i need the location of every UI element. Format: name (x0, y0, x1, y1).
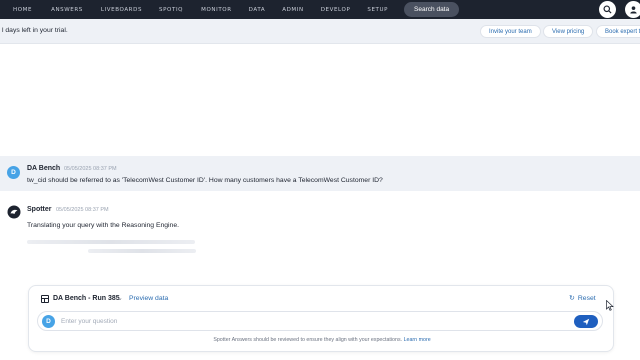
send-button[interactable] (574, 315, 598, 328)
composer-avatar: D (42, 315, 55, 328)
global-search-button[interactable] (599, 1, 616, 18)
learn-more-link[interactable]: Learn more (404, 337, 431, 343)
question-input[interactable] (61, 316, 541, 327)
book-expert-button[interactable]: Book expert t (596, 25, 640, 38)
refresh-icon: ↻ (569, 295, 575, 302)
invite-team-button[interactable]: Invite your team (480, 25, 541, 38)
user-message: D DA Bench 05/05/2025 08:37 PM tw_cid sh… (0, 156, 640, 191)
search-icon (603, 5, 612, 14)
nav-home[interactable]: HOME (13, 7, 32, 13)
profile-button[interactable] (625, 1, 640, 18)
trial-banner: l days left in your trial. Invite your t… (0, 19, 640, 44)
spotter-timestamp: 05/05/2025 08:37 PM (56, 207, 109, 213)
message-author: DA Bench (27, 165, 61, 172)
trial-text: l days left in your trial. (2, 27, 68, 34)
profile-icon (630, 6, 637, 14)
workspace-name[interactable]: DA Bench - Run 385 (53, 295, 120, 302)
reset-label: Reset (577, 294, 596, 302)
loading-skeleton-line (27, 240, 195, 244)
message-timestamp: 05/05/2025 08:37 PM (64, 166, 117, 172)
spotter-icon (7, 205, 21, 219)
nav-data[interactable]: DATA (249, 7, 266, 13)
message-text: tw_cid should be referred to as 'Telecom… (27, 177, 383, 184)
nav-setup[interactable]: SETUP (367, 7, 388, 13)
view-pricing-button[interactable]: View pricing (543, 25, 594, 38)
user-avatar: D (7, 166, 20, 179)
table-icon (41, 295, 49, 303)
nav-monitor[interactable]: MONITOR (201, 7, 232, 13)
spotter-status-text: Translating your query with the Reasonin… (27, 222, 180, 229)
search-data-button[interactable]: Search data (404, 2, 460, 17)
loading-skeleton-line (88, 249, 196, 253)
question-composer: DA Bench - Run 385 ⌄ Preview data ↻ Rese… (28, 285, 614, 352)
send-icon (582, 318, 590, 325)
nav-answers[interactable]: ANSWERS (51, 7, 83, 13)
nav-spotiq[interactable]: SPOTIQ (159, 7, 183, 13)
question-input-row: D (37, 311, 603, 331)
top-navigation: HOME ANSWERS LIVEBOARDS SPOTIQ MONITOR D… (0, 0, 640, 19)
spotter-author: Spotter (27, 206, 52, 213)
nav-liveboards[interactable]: LIVEBOARDS (101, 7, 142, 13)
chevron-down-icon[interactable]: ⌄ (117, 294, 123, 302)
nav-admin[interactable]: ADMIN (282, 7, 303, 13)
disclaimer-text: Spotter Answers should be reviewed to en… (213, 337, 403, 343)
preview-data-link[interactable]: Preview data (129, 295, 168, 302)
mouse-cursor-icon (606, 300, 614, 311)
nav-develop[interactable]: DEVELOP (321, 7, 351, 13)
disclaimer: Spotter Answers should be reviewed to en… (29, 337, 615, 343)
reset-button[interactable]: ↻ Reset (569, 294, 596, 303)
